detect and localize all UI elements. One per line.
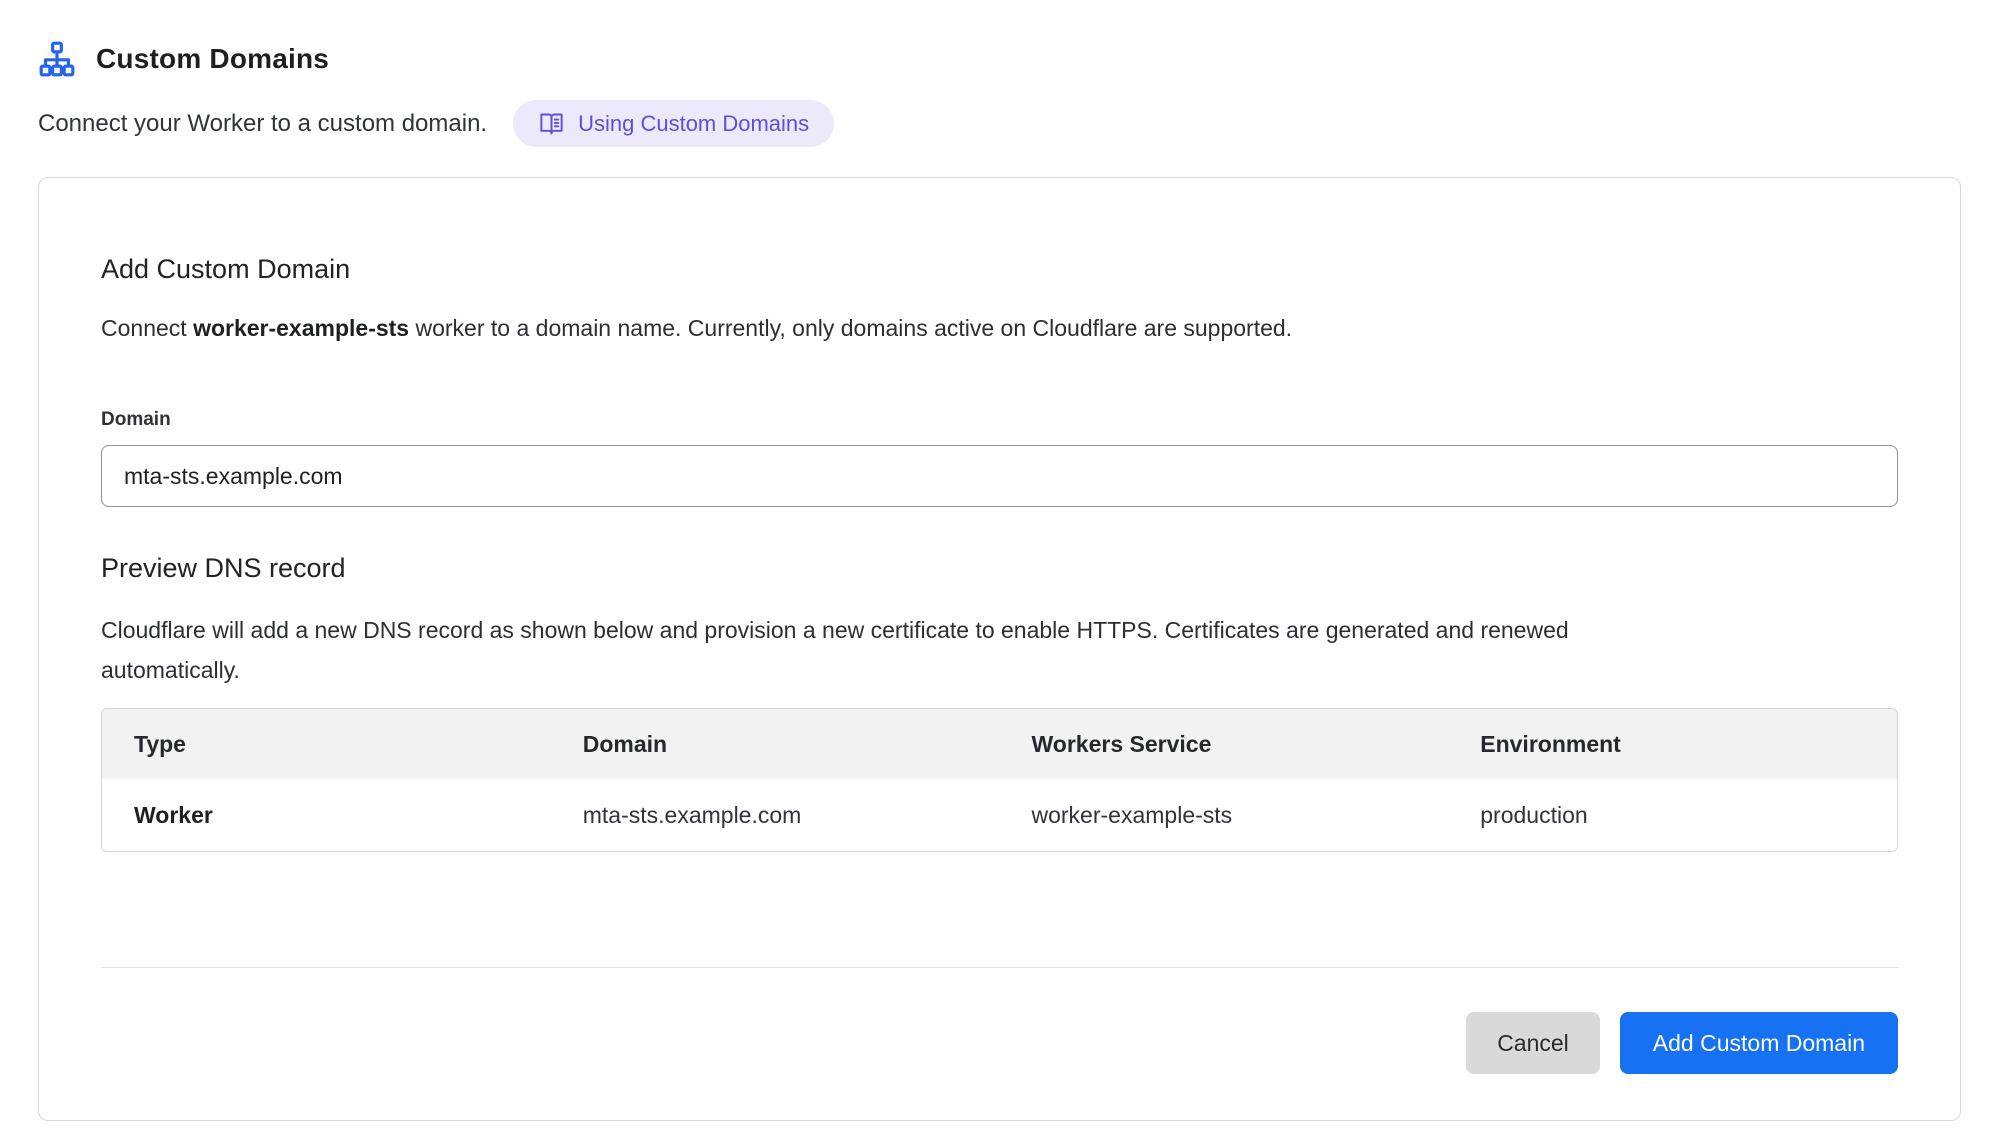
cell-environment: production [1448, 779, 1897, 851]
card-description: Connect worker-example-sts worker to a d… [101, 313, 1898, 343]
add-custom-domain-card: Add Custom Domain Connect worker-example… [38, 177, 1961, 1121]
docs-link[interactable]: Using Custom Domains [513, 100, 834, 147]
dns-preview-table-container: Type Domain Workers Service Environment … [101, 708, 1898, 852]
domain-input[interactable] [101, 445, 1898, 507]
footer-divider [101, 967, 1898, 968]
page-header: Custom Domains Connect your Worker to a … [0, 0, 1999, 147]
card-footer: Cancel Add Custom Domain [101, 1012, 1898, 1074]
column-header-domain: Domain [551, 709, 1000, 779]
description-prefix: Connect [101, 315, 193, 341]
card-heading: Add Custom Domain [101, 254, 1898, 285]
table-header-row: Type Domain Workers Service Environment [102, 709, 1897, 779]
cancel-button[interactable]: Cancel [1466, 1012, 1600, 1074]
add-custom-domain-button[interactable]: Add Custom Domain [1620, 1012, 1898, 1074]
preview-dns-description: Cloudflare will add a new DNS record as … [101, 610, 1591, 690]
column-header-environment: Environment [1448, 709, 1897, 779]
book-icon [538, 110, 565, 137]
preview-dns-heading: Preview DNS record [101, 553, 1898, 584]
cell-workers-service: worker-example-sts [1000, 779, 1449, 851]
table-row: Worker mta-sts.example.com worker-exampl… [102, 779, 1897, 851]
subtitle-row: Connect your Worker to a custom domain. … [38, 100, 1961, 147]
title-row: Custom Domains [38, 40, 1961, 78]
column-header-workers-service: Workers Service [1000, 709, 1449, 779]
sitemap-icon [38, 40, 76, 78]
dns-preview-table: Type Domain Workers Service Environment … [102, 709, 1897, 851]
column-header-type: Type [102, 709, 551, 779]
page-subtitle: Connect your Worker to a custom domain. [38, 110, 487, 138]
description-suffix: worker to a domain name. Currently, only… [409, 315, 1292, 341]
page-title: Custom Domains [96, 43, 329, 75]
cell-type: Worker [102, 779, 551, 851]
docs-link-label: Using Custom Domains [578, 113, 809, 135]
domain-label: Domain [101, 409, 1898, 431]
worker-name: worker-example-sts [193, 315, 409, 341]
cell-domain: mta-sts.example.com [551, 779, 1000, 851]
